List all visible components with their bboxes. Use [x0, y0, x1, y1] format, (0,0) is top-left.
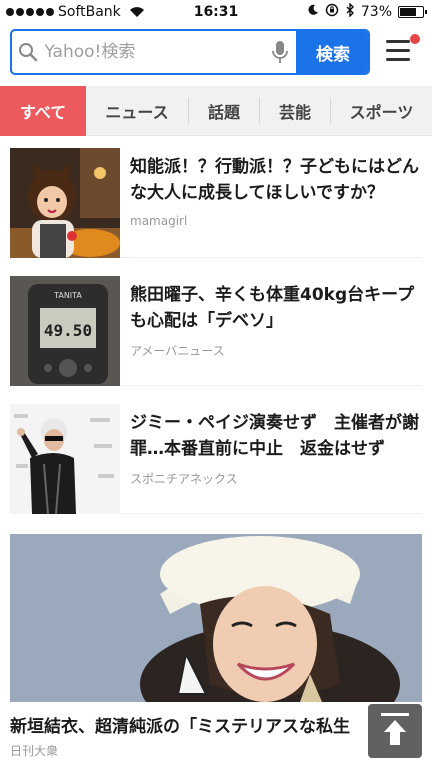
arrow-up-icon	[380, 712, 410, 750]
tab-sports[interactable]: スポーツ	[331, 86, 432, 136]
article-item[interactable]: ジミー・ペイジ演奏せず 主催者が謝罪…本番直前に中止 返金はせず スポニチアネッ…	[10, 404, 422, 514]
battery-percent: 73%	[360, 4, 392, 20]
featured-source: 日刊大衆	[10, 744, 59, 758]
article-thumbnail	[10, 148, 120, 258]
microphone-icon[interactable]	[264, 31, 297, 73]
status-bar: SoftBank 16:31 73%	[0, 0, 432, 24]
tab-all[interactable]: すべて	[0, 85, 86, 136]
article-source: スポニチアネックス	[130, 472, 238, 486]
search-button[interactable]: 検索	[296, 31, 368, 73]
back-to-top-button[interactable]	[368, 704, 422, 758]
article-thumbnail: TANITA 49.50	[10, 276, 120, 386]
featured-title[interactable]: 新垣結衣、超清純派の「ミステリアスな私生	[10, 712, 370, 737]
rotation-lock-icon	[325, 3, 339, 21]
article-item[interactable]: 知能派！？行動派！？子どもにはどんな大人に成長してほしいですか？ mamagir…	[10, 148, 422, 258]
tab-news[interactable]: ニュース	[86, 86, 188, 136]
scale-reading: 49.50	[44, 321, 92, 340]
search-icon	[12, 31, 45, 73]
menu-button[interactable]	[386, 34, 420, 64]
wifi-icon	[129, 6, 145, 18]
battery-icon	[398, 6, 427, 18]
moon-icon	[307, 4, 319, 20]
article-source: mamagirl	[130, 214, 188, 228]
tab-entertainment[interactable]: 芸能	[260, 86, 330, 136]
signal-strength-icon	[6, 8, 54, 16]
notification-dot	[410, 34, 420, 44]
article-title[interactable]: 知能派！？行動派！？子どもにはどんな大人に成長してほしいですか？	[130, 154, 422, 206]
article-title[interactable]: 熊田曜子、辛くも体重40kg台キープも心配は「デベソ」	[130, 282, 422, 334]
hamburger-icon	[386, 40, 410, 43]
article-title[interactable]: ジミー・ペイジ演奏せず 主催者が謝罪…本番直前に中止 返金はせず	[130, 410, 422, 462]
featured-image[interactable]	[10, 534, 422, 702]
carrier-name: SoftBank	[58, 4, 121, 20]
article-item[interactable]: TANITA 49.50 熊田曜子、辛くも体重40kg台キープも心配は「デベソ」…	[10, 276, 422, 386]
article-source: アメーバニュース	[130, 344, 225, 358]
scale-brand: TANITA	[53, 291, 82, 300]
search-box: 検索	[10, 29, 370, 75]
search-header: 検索	[10, 28, 422, 76]
search-input[interactable]	[44, 31, 264, 73]
tab-topics[interactable]: 話題	[189, 86, 259, 136]
category-tabs: すべて ニュース 話題 芸能 スポーツ	[0, 85, 432, 136]
article-thumbnail	[10, 404, 120, 514]
bluetooth-icon	[345, 2, 355, 21]
